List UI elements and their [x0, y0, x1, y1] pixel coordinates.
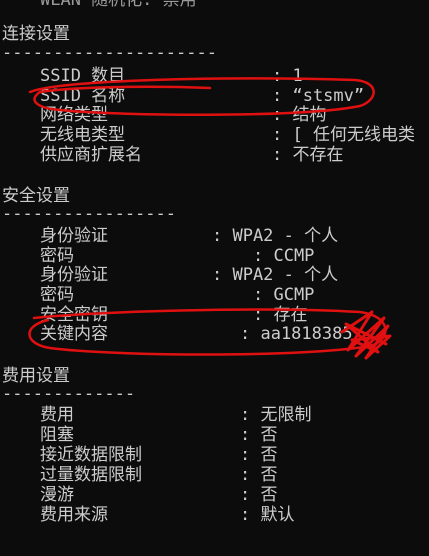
partial-top-line: WLAN 随机化: 禁用	[40, 0, 197, 10]
section-separator: -------------	[2, 384, 136, 404]
row-value: : 否	[240, 485, 278, 505]
row-label: 身份验证	[40, 265, 108, 285]
row-label: 供应商扩展名	[40, 145, 142, 165]
row-value: : GCMP	[253, 285, 315, 305]
row-value: : 否	[240, 465, 278, 485]
row-label: 接近数据限制	[40, 445, 142, 465]
row-value: : 结构	[272, 105, 327, 125]
row-value: : 1	[272, 66, 303, 86]
row-label: 密码	[40, 246, 74, 266]
row-label: 密码	[40, 285, 74, 305]
row-label: SSID 名称	[40, 86, 126, 106]
row-label: 关键内容	[40, 324, 108, 344]
row-label: 过量数据限制	[40, 465, 142, 485]
row-label: 安全密钥	[40, 305, 108, 325]
section-separator: ---------------------	[2, 43, 217, 63]
row-value: : 否	[240, 425, 278, 445]
row-label: 身份验证	[40, 226, 108, 246]
section-separator: -----------------	[2, 204, 176, 224]
row-value: : 否	[240, 445, 278, 465]
row-value: : 无限制	[240, 405, 312, 425]
row-value: : “stsmv”	[272, 86, 365, 106]
row-value: : WPA2 - 个人	[212, 226, 339, 246]
section-title-connectivity: 连接设置	[2, 24, 70, 44]
row-value: : [ 任何无线电类	[272, 125, 415, 145]
row-label: 无线电类型	[40, 125, 125, 145]
section-title-cost: 费用设置	[2, 366, 70, 386]
row-label: 网络类型	[40, 105, 108, 125]
row-label: 阻塞	[40, 425, 74, 445]
row-value: : WPA2 - 个人	[212, 265, 339, 285]
row-value: : 存在	[253, 305, 308, 325]
row-value: : aa1818385	[240, 324, 353, 344]
row-label: SSID 数目	[40, 66, 126, 86]
row-label: 漫游	[40, 485, 74, 505]
row-label: 费用来源	[40, 505, 108, 525]
row-label: 费用	[40, 405, 74, 425]
row-value: : CCMP	[253, 246, 315, 266]
row-value: : 默认	[240, 505, 295, 525]
row-value: : 不存在	[272, 145, 344, 165]
section-title-security: 安全设置	[2, 186, 70, 206]
